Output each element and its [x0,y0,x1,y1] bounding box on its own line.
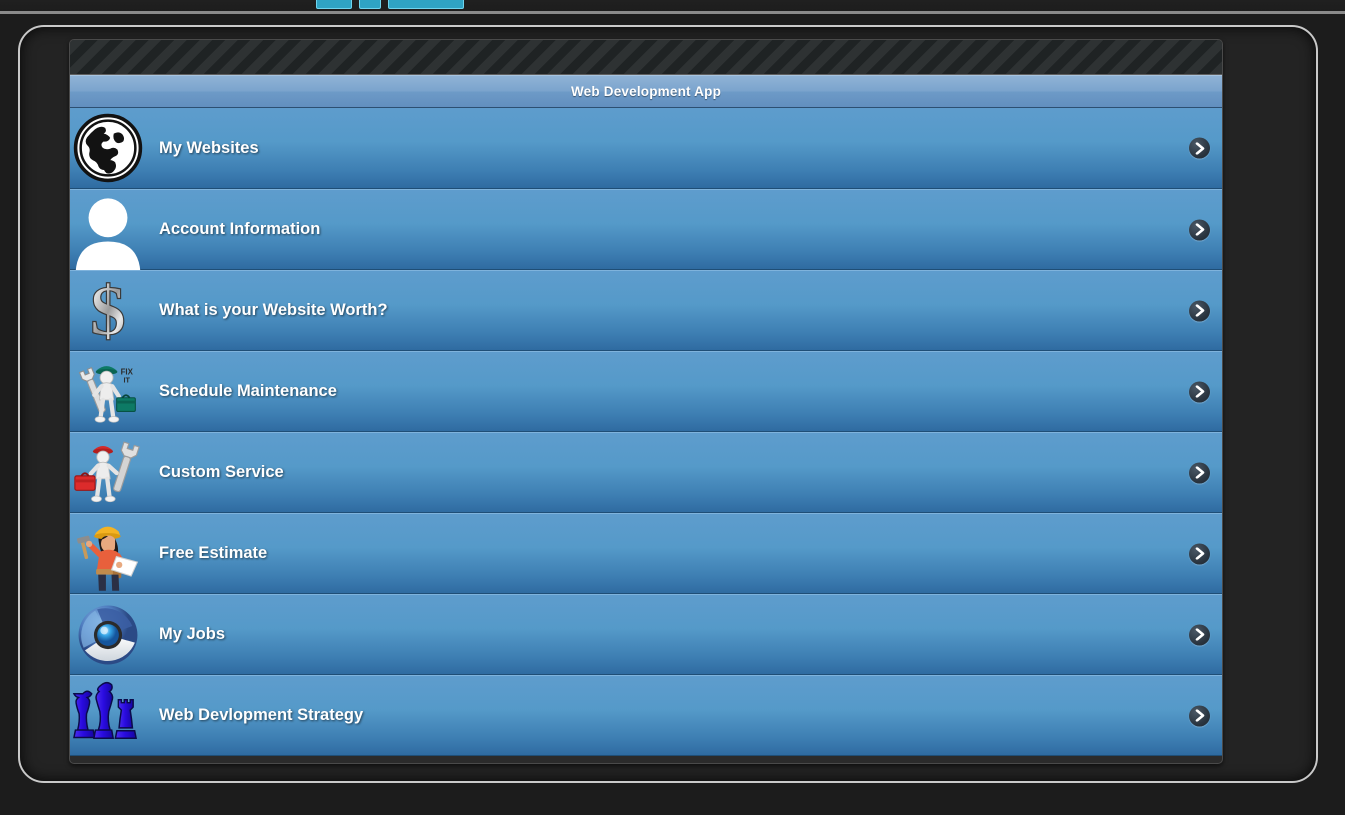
person-icon [75,197,141,272]
toolbar-chip-2[interactable] [359,0,381,9]
icon-slot [70,594,146,675]
chevron-right-icon[interactable] [1189,300,1210,321]
icon-slot: FIX IT [70,351,146,432]
chevron-right-icon[interactable] [1189,705,1210,726]
menu-item-label: Free Estimate [159,544,268,562]
estimator-icon [77,526,139,591]
menu-item-web-development-strategy[interactable]: Web Devlopment Strategy [70,675,1222,756]
chevron-right-icon[interactable] [1189,137,1210,159]
toolbar-chip-3[interactable] [388,0,464,9]
menu-item-website-worth[interactable]: $ What is your Website Worth? [70,270,1222,351]
menu-item-custom-service[interactable]: Custom Service [70,432,1222,513]
icon-slot [70,513,146,594]
icon-slot [70,675,146,756]
menu-item-label: What is your Website Worth? [159,301,388,319]
fix-it-worker-icon: FIX IT [78,365,136,423]
striped-header-bar [70,40,1222,75]
chess-pieces-icon [72,681,138,739]
svg-text:$: $ [90,274,126,348]
menu-item-label: Schedule Maintenance [159,382,337,400]
icon-slot [70,432,146,513]
icon-slot [70,189,146,272]
chevron-right-icon[interactable] [1189,543,1210,564]
menu-item-account-information[interactable]: Account Information [70,189,1222,272]
app-panel: Web Development App My Websites Account … [69,39,1223,764]
toolbar-chip-1[interactable] [316,0,352,9]
screen: Web Development App My Websites Account … [0,0,1345,815]
chevron-right-icon[interactable] [1189,624,1210,645]
menu-item-label: Custom Service [159,463,284,481]
dollar-sign-icon: $ [90,274,127,348]
menu-item-label: My Websites [159,138,259,157]
top-toolbar-strip [0,0,1345,11]
menu-item-free-estimate[interactable]: Free Estimate [70,513,1222,594]
menu-item-label: Web Devlopment Strategy [159,706,364,724]
svg-text:IT: IT [124,375,131,384]
chromium-browser-icon [78,605,138,664]
app-titlebar: Web Development App [70,75,1222,108]
chevron-right-icon[interactable] [1189,219,1210,240]
menu-item-my-websites[interactable]: My Websites [70,108,1222,189]
menu-item-my-jobs[interactable]: My Jobs [70,594,1222,675]
device-frame: Web Development App My Websites Account … [18,25,1318,783]
globe-icon [73,113,143,183]
wrench-worker-icon [74,440,140,502]
menu-item-schedule-maintenance[interactable]: FIX IT Schedule Maintenance [70,351,1222,432]
icon-slot: $ [70,270,146,351]
page-title: Web Development App [570,84,722,99]
menu-item-label: Account Information [159,220,321,238]
chevron-right-icon[interactable] [1189,381,1210,402]
toolbar-divider [0,11,1345,14]
menu-list: My Websites Account Information $ What i… [70,108,1222,756]
chevron-right-icon[interactable] [1189,462,1210,483]
menu-item-label: My Jobs [159,625,226,643]
icon-slot [70,108,146,189]
